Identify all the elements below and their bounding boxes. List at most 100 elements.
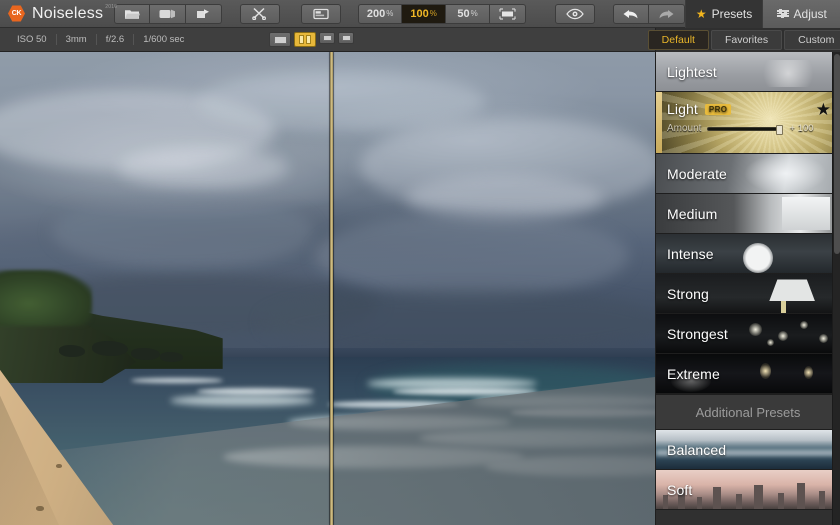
preset-label: Light PRO (656, 92, 731, 117)
preset-category-favorites[interactable]: Favorites (711, 30, 782, 50)
amount-slider-row: Amount + 100 (656, 123, 840, 134)
preset-item-lightest[interactable]: Lightest (656, 52, 840, 92)
preset-list[interactable]: Lightest Light PRO ★ Amount + 100 (656, 52, 840, 525)
view-mode-split-left[interactable] (319, 32, 335, 44)
sky-region (0, 52, 655, 350)
app-brand: CK Noiseless 2016 (0, 5, 110, 23)
additional-presets-header: Additional Presets (656, 394, 840, 430)
view-mode-split-vertical[interactable] (294, 32, 316, 47)
skyline-building (797, 483, 805, 509)
compare-panels-icon (313, 8, 329, 20)
preset-item-soft[interactable]: Soft (656, 470, 840, 510)
rock (131, 348, 160, 360)
share-export-icon (196, 7, 212, 20)
lamp-base (781, 295, 786, 313)
preset-item-extreme[interactable]: Extreme (656, 354, 840, 394)
sliders-icon (777, 10, 789, 17)
preview-toggle-button[interactable] (555, 4, 595, 24)
debris-speck (36, 506, 44, 511)
bokeh-light (767, 339, 774, 346)
exif-aperture: f/2.6 (97, 34, 135, 45)
app-title-year: 2016 (105, 4, 117, 10)
pro-badge: PRO (705, 104, 732, 115)
preset-list-scrollbar[interactable] (832, 52, 840, 525)
open-image-button[interactable] (114, 4, 150, 24)
preset-label: Strong (656, 286, 709, 302)
preset-item-medium[interactable]: Medium (656, 194, 840, 234)
scissors-icon (252, 7, 267, 20)
image-canvas[interactable] (0, 52, 655, 525)
undo-button[interactable] (613, 4, 649, 24)
redo-button[interactable] (649, 4, 685, 24)
zoom-100-label: 100 (410, 8, 428, 20)
preset-category-custom[interactable]: Custom (784, 30, 840, 50)
favorite-star-icon[interactable]: ★ (816, 100, 831, 120)
candle-flame (804, 366, 813, 379)
app-logo-text: CK (12, 10, 22, 17)
split-left-icon (323, 35, 332, 41)
preset-item-intense[interactable]: Intense (656, 234, 840, 274)
zoom-200-suffix: % (386, 9, 393, 18)
wave-crest (393, 388, 537, 395)
skyline-building (736, 494, 742, 509)
preset-item-balanced[interactable]: Balanced (656, 430, 840, 470)
fit-screen-icon (499, 8, 516, 20)
bokeh-light (800, 321, 808, 329)
preset-label: Moderate (656, 166, 727, 182)
preset-category-tabs: Default Favorites Custom (655, 28, 840, 52)
preset-label: Lightest (656, 64, 717, 80)
compare-view-button[interactable] (301, 4, 341, 24)
amount-slider-track[interactable] (707, 127, 783, 131)
skyline-building (713, 487, 721, 509)
rock (92, 341, 128, 356)
app-logo-hexagon-icon: CK (8, 5, 25, 22)
preset-label: Balanced (656, 442, 726, 458)
bokeh-light (749, 323, 762, 336)
amount-slider-knob[interactable] (776, 125, 783, 135)
split-view-divider[interactable] (330, 52, 333, 525)
zoom-100-button[interactable]: 100% (402, 4, 446, 24)
image-info-bar: ISO 50 3mm f/2.6 1/600 sec 3264 x 2448 8… (0, 28, 840, 52)
compare-group (301, 4, 341, 24)
zoom-50-button[interactable]: 50% (446, 4, 490, 24)
exif-iso: ISO 50 (8, 34, 57, 45)
exif-metadata: ISO 50 3mm f/2.6 1/600 sec (0, 34, 193, 45)
zoom-200-button[interactable]: 200% (358, 4, 402, 24)
view-mode-split-right[interactable] (338, 32, 354, 44)
preset-label-text: Light (667, 101, 698, 117)
split-right-icon (342, 35, 351, 41)
scrollbar-thumb[interactable] (834, 54, 840, 254)
tab-presets[interactable]: ★ Presets (685, 0, 763, 28)
tab-adjust[interactable]: Adjust (762, 0, 840, 28)
amount-slider-value: + 100 (789, 123, 813, 134)
history-group (613, 4, 685, 24)
zoom-50-label: 50 (457, 8, 469, 20)
tab-adjust-label: Adjust (794, 7, 827, 21)
preset-category-default[interactable]: Default (648, 30, 709, 50)
view-mode-single[interactable] (269, 32, 291, 47)
preset-item-strong[interactable]: Strong (656, 274, 840, 314)
crop-tool-button[interactable] (240, 4, 280, 24)
presets-panel: Lightest Light PRO ★ Amount + 100 (655, 52, 840, 525)
single-pane-icon (274, 36, 287, 44)
duplicate-image-button[interactable] (150, 4, 186, 24)
preset-label: Soft (656, 482, 692, 498)
zoom-100-suffix: % (430, 9, 437, 18)
redo-arrow-icon (658, 8, 675, 20)
two-pane-icon (299, 35, 311, 44)
preset-item-strongest[interactable]: Strongest (656, 314, 840, 354)
exif-focal-length: 3mm (57, 34, 97, 45)
bokeh-light (778, 331, 788, 341)
candle-flame (760, 363, 771, 379)
wave-crest (131, 378, 223, 384)
crop-group (240, 4, 280, 24)
zoom-level-group: 200% 100% 50% (358, 4, 526, 24)
fit-to-screen-button[interactable] (490, 4, 526, 24)
top-toolbar: CK Noiseless 2016 (0, 0, 840, 28)
bokeh-light (819, 334, 828, 343)
preset-item-moderate[interactable]: Moderate (656, 154, 840, 194)
share-export-button[interactable] (186, 4, 222, 24)
foam-patch (170, 395, 314, 407)
undo-arrow-icon (622, 8, 639, 20)
preset-item-light[interactable]: Light PRO ★ Amount + 100 (656, 92, 840, 154)
